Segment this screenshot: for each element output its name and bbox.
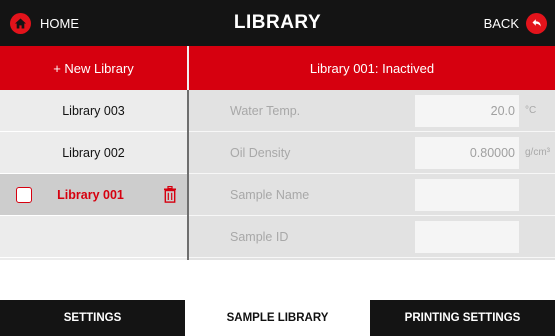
library-list-item[interactable]: Library 003 [0, 90, 187, 132]
oil-density-field[interactable]: 0.80000 [415, 137, 519, 169]
tab-settings[interactable]: SETTINGS [0, 300, 185, 336]
field-row-oil-density: Oil Density 0.80000 g/cm³ [189, 132, 555, 174]
library-item-label: Library 001 [57, 187, 124, 202]
sample-name-field[interactable] [415, 179, 519, 211]
field-label: Sample Name [230, 188, 310, 202]
field-row-sample-id: Sample ID [189, 216, 555, 258]
checkbox-icon[interactable] [16, 187, 32, 203]
bottom-tab-bar: SETTINGS SAMPLE LIBRARY PRINTING SETTING… [0, 300, 555, 336]
field-label: Water Temp. [230, 104, 301, 118]
library-details-panel: Water Temp. 20.0 °C Oil Density 0.80000 … [189, 90, 555, 260]
library-toolbar: + New Library Library 001: Inactived [0, 46, 555, 90]
tab-printing-settings[interactable]: PRINTING SETTINGS [370, 300, 555, 336]
library-item-label: Library 003 [62, 103, 125, 118]
trash-icon[interactable] [163, 185, 177, 206]
library-item-label: Library 002 [62, 145, 125, 160]
field-label: Oil Density [230, 146, 291, 160]
back-button[interactable]: BACK [484, 0, 547, 46]
field-unit [522, 174, 555, 216]
back-label: BACK [483, 15, 519, 31]
sample-id-field[interactable] [415, 221, 519, 253]
library-status: Library 001: Inactived [309, 60, 435, 76]
field-row-sample-name: Sample Name [189, 174, 555, 216]
field-unit: °C [525, 105, 537, 116]
library-list-item[interactable]: Library 002 [0, 132, 187, 174]
library-list-item-selected[interactable]: Library 001 [0, 174, 187, 216]
field-label: Sample ID [230, 230, 289, 244]
library-list-empty-slot [0, 216, 187, 258]
home-label: HOME [40, 15, 79, 31]
tab-sample-library[interactable]: SAMPLE LIBRARY [185, 300, 370, 336]
top-header: HOME LIBRARY BACK [0, 0, 555, 46]
field-unit [522, 216, 555, 258]
water-temp-field[interactable]: 20.0 [415, 95, 519, 127]
page-title: LIBRARY [233, 12, 322, 33]
field-row-water-temp: Water Temp. 20.0 °C [189, 90, 555, 132]
library-list: Library 003 Library 002 Library 001 [0, 90, 187, 260]
home-button[interactable]: HOME [10, 0, 79, 46]
back-arrow-icon [526, 12, 547, 34]
new-library-button[interactable]: + New Library [0, 46, 187, 90]
home-icon [10, 12, 31, 34]
field-unit: g/cm³ [525, 147, 550, 158]
